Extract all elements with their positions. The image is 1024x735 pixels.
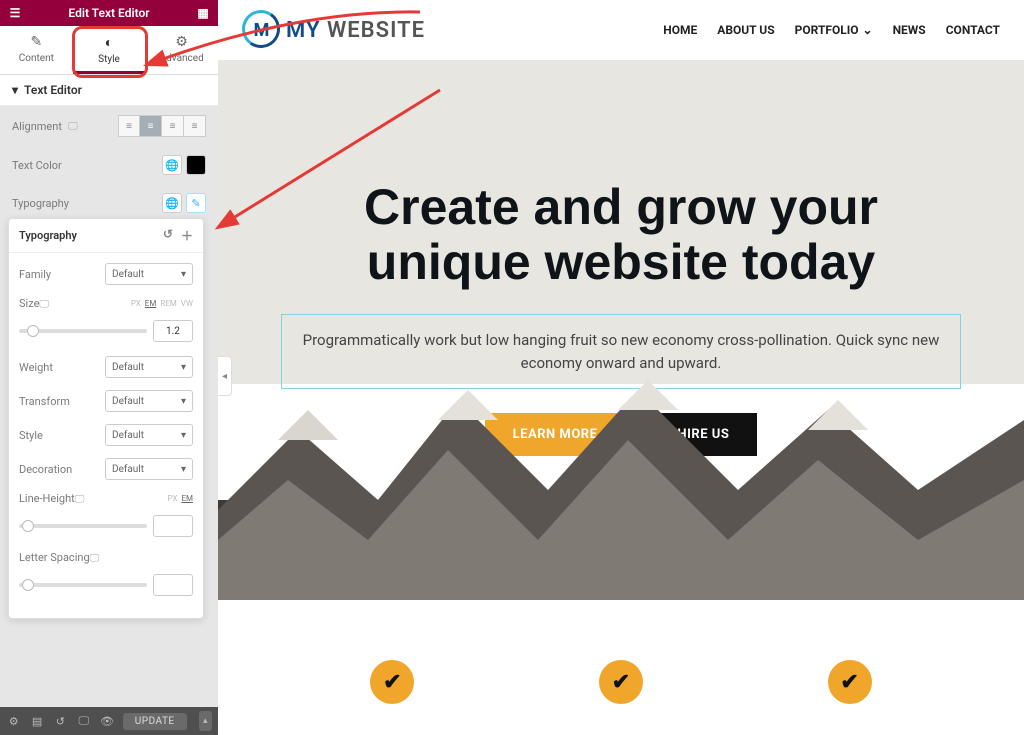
size-input[interactable]: 1.2 — [153, 320, 193, 342]
apps-grid-icon[interactable]: ▦ — [194, 4, 212, 22]
hero-headline: Create and grow your unique website toda… — [218, 60, 1024, 290]
desktop-icon[interactable]: 🖵 — [75, 494, 85, 505]
letterspacing-input[interactable] — [153, 574, 193, 596]
desktop-icon[interactable]: 🖵 — [39, 299, 49, 310]
decoration-select[interactable]: Default▾ — [105, 458, 193, 480]
tab-style[interactable]: ◐ Style — [73, 26, 146, 74]
responsive-icon[interactable]: 🖵 — [76, 713, 91, 729]
check-icon: ✔ — [370, 660, 414, 704]
alignment-buttons: ≡ ≡ ≡ ≡ — [118, 115, 206, 137]
site-nav: M MY WEBSITE HOME ABOUT US PORTFOLIO ⌄ N… — [218, 0, 1024, 60]
check-icon: ✔ — [599, 660, 643, 704]
globe-icon[interactable]: 🌐 — [162, 193, 182, 213]
preview-icon[interactable]: 👁 — [99, 713, 114, 729]
add-icon[interactable]: ＋ — [181, 227, 193, 244]
control-alignment: Alignment🖵 ≡ ≡ ≡ ≡ — [12, 106, 206, 146]
style-select[interactable]: Default▾ — [105, 424, 193, 446]
family-select[interactable]: Default▾ — [105, 263, 193, 285]
unit-px[interactable]: PX — [168, 494, 178, 503]
control-text-color: Text Color 🌐 — [12, 146, 206, 184]
hero-section: Create and grow your unique website toda… — [218, 60, 1024, 600]
align-justify-button[interactable]: ≡ — [184, 115, 206, 137]
pencil-icon: ✎ — [0, 34, 73, 50]
lineheight-input[interactable] — [153, 515, 193, 537]
unit-em[interactable]: EM — [145, 299, 157, 308]
primary-menu: HOME ABOUT US PORTFOLIO ⌄ NEWS CONTACT — [663, 23, 1000, 37]
panel-footer: ⚙ ▤ ↺ 🖵 👁 UPDATE ▴ — [0, 707, 218, 735]
caret-down-icon: ▾ — [12, 83, 18, 97]
feature-icons-row: ✔ ✔ ✔ — [218, 660, 1024, 704]
section-text-editor[interactable]: ▾ Text Editor — [0, 75, 218, 106]
text-color-swatch[interactable] — [186, 155, 206, 175]
weight-select[interactable]: Default▾ — [105, 356, 193, 378]
globe-icon[interactable]: 🌐 — [162, 155, 182, 175]
menu-about[interactable]: ABOUT US — [717, 23, 774, 37]
menu-portfolio[interactable]: PORTFOLIO ⌄ — [795, 23, 873, 37]
align-center-button[interactable]: ≡ — [140, 115, 162, 137]
unit-rem[interactable]: REM — [160, 299, 176, 308]
control-typography: Typography 🌐 ✎ — [12, 184, 206, 222]
collapse-panel-button[interactable]: ◂ — [218, 356, 232, 396]
desktop-icon[interactable]: 🖵 — [68, 121, 78, 132]
panel-title: Edit Text Editor — [24, 6, 194, 20]
reset-icon[interactable]: ↺ — [163, 227, 173, 244]
chevron-down-icon: ⌄ — [863, 23, 873, 37]
letterspacing-slider[interactable] — [19, 583, 147, 587]
transform-select[interactable]: Default▾ — [105, 390, 193, 412]
update-options-button[interactable]: ▴ — [199, 711, 212, 731]
hamburger-icon[interactable]: ☰ — [6, 4, 24, 22]
unit-px[interactable]: PX — [131, 299, 141, 308]
align-left-button[interactable]: ≡ — [118, 115, 140, 137]
panel-header: ☰ Edit Text Editor ▦ — [0, 0, 218, 26]
typography-edit-icon[interactable]: ✎ — [186, 193, 206, 213]
elementor-panel: ☰ Edit Text Editor ▦ ✎ Content ◐ Style ⚙… — [0, 0, 218, 735]
unit-em[interactable]: EM — [181, 494, 193, 503]
typography-pop-title: Typography — [19, 229, 77, 242]
menu-contact[interactable]: CONTACT — [946, 23, 1000, 37]
contrast-icon: ◐ — [73, 34, 146, 51]
gear-icon: ⚙ — [145, 34, 218, 50]
typography-popover: Typography ↺ ＋ Family Default▾ Size🖵 PX … — [8, 218, 204, 619]
style-controls: Alignment🖵 ≡ ≡ ≡ ≡ Text Color 🌐 Typograp… — [0, 106, 218, 222]
settings-icon[interactable]: ⚙ — [6, 713, 21, 729]
update-button[interactable]: UPDATE — [123, 713, 187, 730]
page-preview: M MY WEBSITE HOME ABOUT US PORTFOLIO ⌄ N… — [218, 0, 1024, 735]
size-slider[interactable] — [19, 329, 147, 333]
site-logo[interactable]: M MY WEBSITE — [242, 10, 425, 50]
check-icon: ✔ — [828, 660, 872, 704]
desktop-icon[interactable]: 🖵 — [90, 553, 100, 564]
unit-vw[interactable]: VW — [181, 299, 193, 308]
align-right-button[interactable]: ≡ — [162, 115, 184, 137]
lineheight-slider[interactable] — [19, 524, 147, 528]
navigator-icon[interactable]: ▤ — [29, 713, 44, 729]
tab-content[interactable]: ✎ Content — [0, 26, 73, 74]
panel-tabs: ✎ Content ◐ Style ⚙ Advanced — [0, 26, 218, 75]
menu-home[interactable]: HOME — [663, 23, 697, 37]
tab-advanced[interactable]: ⚙ Advanced — [145, 26, 218, 74]
hero-mountains-image — [218, 340, 1024, 600]
menu-news[interactable]: NEWS — [893, 23, 926, 37]
history-icon[interactable]: ↺ — [53, 713, 68, 729]
